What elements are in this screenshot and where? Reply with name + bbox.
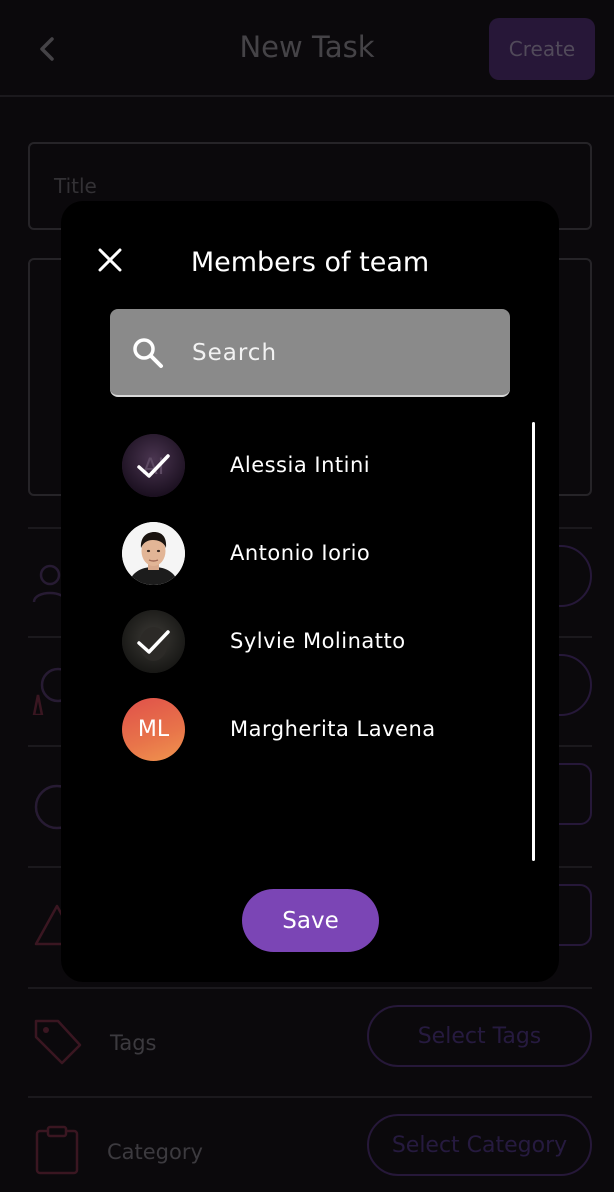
- scrollbar[interactable]: [532, 422, 535, 861]
- search-icon: [133, 338, 163, 368]
- member-name: Margherita Lavena: [230, 717, 436, 741]
- avatar: [122, 610, 185, 673]
- member-name: Antonio Iorio: [230, 541, 371, 565]
- member-name: Sylvie Molinatto: [230, 629, 406, 653]
- save-button[interactable]: Save: [242, 889, 379, 952]
- member-item[interactable]: Sylvie Molinatto: [122, 610, 522, 674]
- member-item[interactable]: ML Margherita Lavena: [122, 698, 522, 762]
- search-box[interactable]: [110, 309, 510, 397]
- avatar: AI: [122, 434, 185, 497]
- search-input[interactable]: [192, 334, 492, 372]
- members-modal: Members of team AI: [61, 201, 559, 982]
- member-list: AI Alessia Intini Antonio Iorio Sylvie M…: [61, 421, 531, 861]
- checkmark-icon: [137, 630, 170, 654]
- avatar: [122, 522, 185, 585]
- modal-title: Members of team: [190, 247, 430, 278]
- checkmark-icon: [137, 454, 170, 478]
- member-item[interactable]: AI Alessia Intini: [122, 434, 522, 498]
- member-name: Alessia Intini: [230, 453, 371, 477]
- avatar-initials: ML: [137, 717, 170, 742]
- avatar: ML: [122, 698, 185, 761]
- member-item[interactable]: Antonio Iorio: [122, 522, 522, 586]
